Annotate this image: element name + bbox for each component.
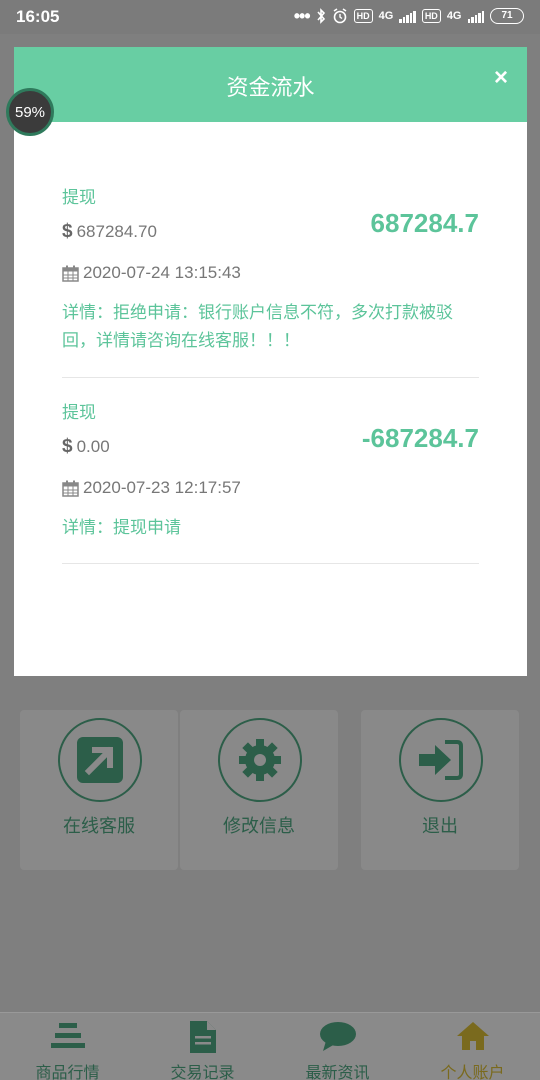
modal-title: 资金流水: [226, 76, 315, 101]
status-icons: ••• HD 4G HD 4G 71: [293, 6, 524, 26]
logout-circle: [399, 718, 483, 802]
edit-info-card[interactable]: 修改信息: [180, 710, 338, 870]
record-balance-value: 0.00: [76, 437, 110, 456]
dollar-icon: $: [62, 221, 73, 242]
modal-header: 资金流水 ×: [14, 47, 527, 122]
list-icon: [50, 1023, 85, 1048]
transaction-record: 提现 $0.00 -687284.7 2020-07-23 12:17:57 详…: [62, 398, 479, 568]
bluetooth-icon: [317, 8, 325, 24]
floating-progress-badge[interactable]: 59%: [6, 88, 54, 136]
tab-trade-records[interactable]: 交易记录: [135, 1013, 270, 1080]
tab-news[interactable]: 最新资讯: [270, 1013, 405, 1080]
tab-label: 个人账户: [440, 1063, 505, 1080]
chat-icon: [319, 1022, 356, 1051]
logout-label: 退出: [422, 816, 458, 837]
battery-icon: 71: [490, 8, 524, 24]
bottom-tab-bar: 商品行情 交易记录 最新资讯 个人账户: [0, 1012, 540, 1080]
record-balance: $0.00: [62, 436, 110, 458]
record-detail: 详情：拒绝申请：银行账户信息不符，多次打款被驳回，详情请咨询在线客服！！！: [62, 303, 453, 351]
status-bar: 16:05 ••• HD 4G HD 4G 71: [0, 0, 540, 34]
network-type-2: 4G: [446, 10, 462, 22]
dollar-icon: $: [62, 436, 73, 457]
record-type: 提现: [62, 403, 96, 423]
sign-out-icon: [419, 740, 463, 780]
record-time-value: 2020-07-24 13:15:43: [83, 263, 241, 282]
record-time-value: 2020-07-23 12:17:57: [83, 478, 241, 497]
record-time: 2020-07-23 12:17:57: [62, 478, 241, 498]
record-divider: [62, 563, 479, 564]
record-balance: $687284.70: [62, 221, 157, 243]
record-amount: 687284.7: [370, 208, 479, 238]
record-amount: -687284.7: [361, 423, 479, 453]
record-type: 提现: [62, 188, 96, 208]
customer-service-card[interactable]: 在线客服: [20, 710, 178, 870]
calendar-icon: [62, 480, 79, 497]
external-link-icon: [77, 737, 123, 783]
network-type-1: 4G: [378, 10, 394, 22]
tab-label: 商品行情: [35, 1063, 100, 1080]
fund-flow-modal: 资金流水 × 提现 $687284.70 687284.7 2020-07-24…: [14, 47, 527, 676]
customer-service-circle: [58, 718, 142, 802]
customer-service-label: 在线客服: [63, 816, 135, 837]
status-time: 16:05: [16, 7, 60, 26]
progress-label: 59%: [14, 104, 46, 121]
record-time: 2020-07-24 13:15:43: [62, 263, 241, 283]
gear-icon: [239, 739, 281, 781]
tab-label: 最新资讯: [305, 1063, 370, 1080]
close-icon[interactable]: ×: [494, 66, 508, 90]
calendar-icon: [62, 265, 79, 282]
signal-icon-1: [399, 10, 416, 23]
record-detail: 详情：提现申请: [62, 518, 181, 538]
more-dots-icon: •••: [293, 6, 311, 26]
record-divider: [62, 377, 479, 378]
hd-badge-2: HD: [421, 9, 441, 23]
record-balance-value: 687284.70: [76, 222, 157, 241]
tab-label: 交易记录: [170, 1063, 235, 1080]
tab-market[interactable]: 商品行情: [0, 1013, 135, 1080]
signal-icon-2: [467, 10, 484, 23]
hd-badge-1: HD: [353, 9, 373, 23]
edit-info-label: 修改信息: [223, 816, 295, 837]
transaction-record: 提现 $687284.70 687284.7 2020-07-24 13:15:…: [62, 183, 479, 383]
document-icon: [189, 1021, 216, 1053]
alarm-icon: [333, 8, 347, 24]
logout-card[interactable]: 退出: [361, 710, 519, 870]
tab-personal-account[interactable]: 个人账户: [405, 1013, 540, 1080]
edit-info-circle: [218, 718, 302, 802]
home-icon: [456, 1022, 489, 1050]
